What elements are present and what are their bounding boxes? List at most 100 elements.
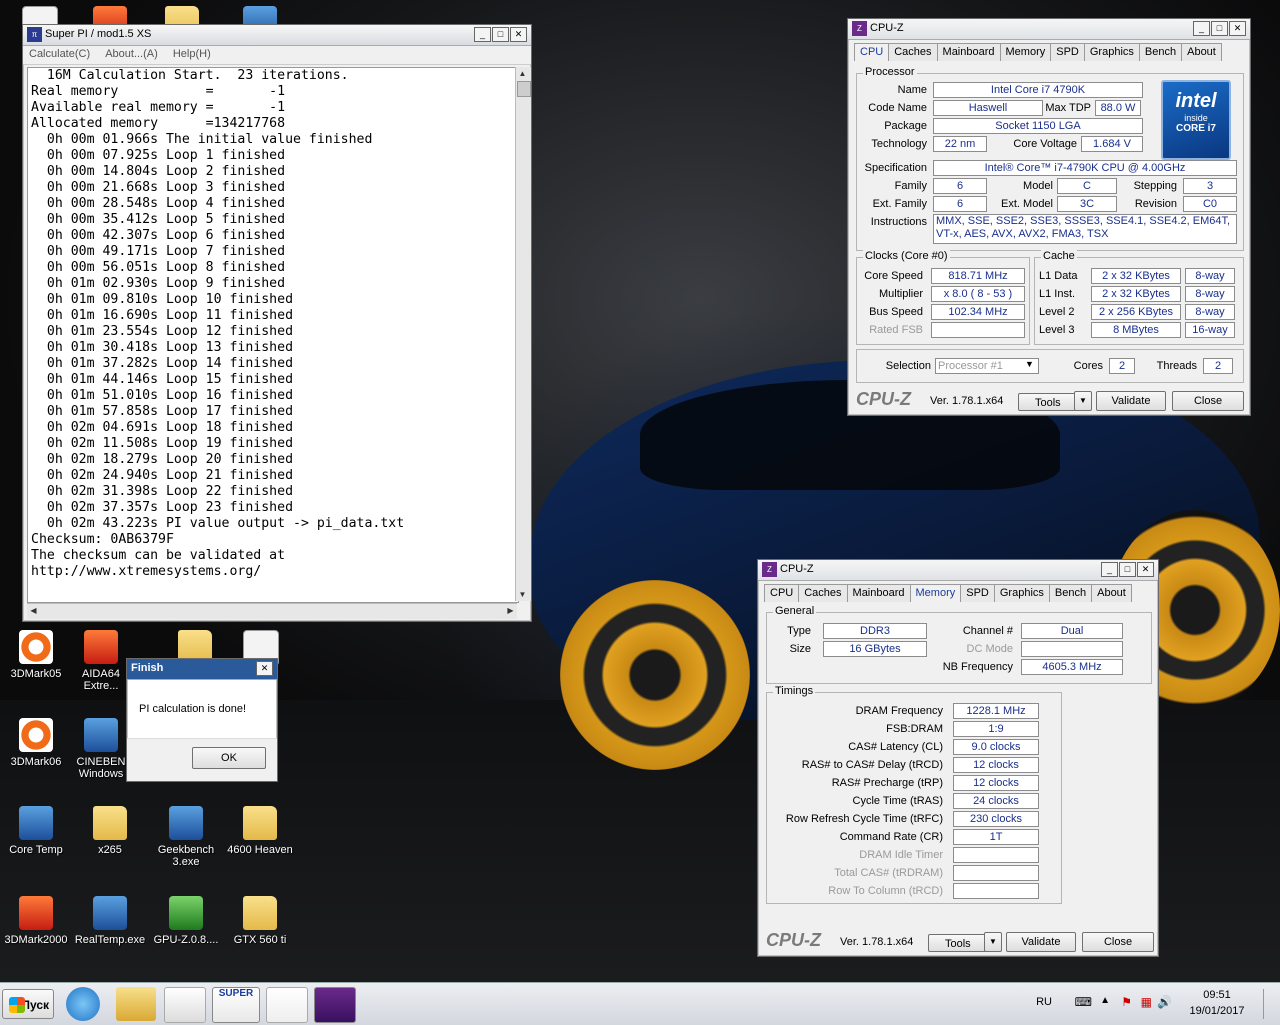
menu-calculate[interactable]: Calculate(C) — [23, 46, 96, 62]
desktop-icon-3dmark05[interactable]: 3DMark05 — [0, 630, 76, 680]
close-action-button[interactable]: Close — [1082, 932, 1154, 952]
minimize-button[interactable]: _ — [474, 27, 491, 42]
tab-graphics[interactable]: Graphics — [1083, 43, 1140, 61]
l2-label: Level 2 — [1039, 306, 1075, 318]
superpi-output[interactable]: 16M Calculation Start. 23 iterations. Rea… — [27, 67, 519, 603]
tab-graphics[interactable]: Graphics — [993, 584, 1050, 602]
timings-group-label: Timings — [773, 685, 816, 697]
maximize-button[interactable]: □ — [492, 27, 509, 42]
multiplier-value: x 8.0 ( 8 - 53 ) — [931, 286, 1025, 302]
internet-explorer-icon[interactable] — [66, 987, 100, 1021]
superpi-titlebar[interactable]: π Super PI / mod1.5 XS _ □ ✕ — [23, 25, 531, 46]
output-line: 0h 02m 11.508s Loop 19 finished — [31, 436, 294, 451]
tab-spd[interactable]: SPD — [960, 584, 995, 602]
scroll-thumb[interactable] — [517, 81, 531, 97]
desktop-icon-gtx560[interactable]: GTX 560 ti — [220, 896, 300, 946]
close-action-button[interactable]: Close — [1172, 391, 1244, 411]
name-label: Name — [897, 84, 927, 96]
desktop-icon-3dmark06[interactable]: 3DMark06 — [0, 718, 76, 768]
cpuz-titlebar[interactable]: Z CPU-Z _ □ ✕ — [848, 19, 1250, 40]
chevron-down-icon[interactable]: ▼ — [1025, 359, 1034, 369]
ratedfsb-label: Rated FSB — [869, 324, 923, 336]
folder-icon — [243, 806, 277, 840]
volume-icon[interactable]: 🔊 — [1157, 995, 1172, 1009]
clock-time[interactable]: 09:51 — [1182, 989, 1252, 1001]
desktop-icon-x265[interactable]: x265 — [70, 806, 150, 856]
show-desktop-button[interactable] — [1263, 989, 1278, 1019]
tab-about[interactable]: About — [1181, 43, 1222, 61]
tools-dropdown-icon[interactable]: ▼ — [1074, 391, 1092, 411]
scroll-down-icon[interactable]: ▼ — [516, 588, 529, 601]
channel-value: Dual — [1021, 623, 1123, 639]
finish-titlebar[interactable]: Finish ✕ — [127, 659, 277, 680]
tools-dropdown-icon[interactable]: ▼ — [984, 932, 1002, 952]
tab-memory[interactable]: Memory — [909, 584, 962, 602]
gpuz-icon — [169, 896, 203, 930]
minimize-button[interactable]: _ — [1101, 562, 1118, 577]
desktop-icon-realtemp[interactable]: RealTemp.exe — [70, 896, 150, 946]
maximize-button[interactable]: □ — [1211, 21, 1228, 36]
cache-group-label: Cache — [1041, 250, 1077, 262]
validate-button[interactable]: Validate — [1006, 932, 1076, 952]
processor-select[interactable]: Processor #1 — [935, 358, 1039, 374]
core-temp-icon — [19, 806, 53, 840]
scroll-up-icon[interactable]: ▲ — [516, 67, 529, 80]
chevron-up-icon[interactable]: ▲ — [1100, 995, 1110, 1006]
action-center-icon[interactable]: ⚑ — [1121, 995, 1132, 1009]
desktop-icon-aida64[interactable]: AIDA64 Extre... — [70, 630, 132, 692]
tab-cpu[interactable]: CPU — [764, 584, 800, 602]
network-icon[interactable]: ▦ — [1141, 995, 1152, 1009]
superpi-vertical-scrollbar[interactable]: ▲ ▼ — [515, 67, 531, 601]
desktop-icon-geekbench[interactable]: Geekbench 3.exe — [146, 806, 226, 868]
tab-about[interactable]: About — [1091, 584, 1132, 602]
media-player-icon[interactable] — [164, 987, 206, 1023]
superpi-horizontal-scrollbar[interactable]: ◀ ▶ — [27, 603, 517, 619]
cpuz-taskbar-button[interactable] — [314, 987, 356, 1023]
family-value: 6 — [933, 178, 987, 194]
icon-label: Geekbench 3.exe — [157, 844, 215, 868]
cores-value: 2 — [1109, 358, 1135, 374]
scroll-right-icon[interactable]: ▶ — [504, 604, 517, 617]
cpuz-app-icon: Z — [762, 562, 777, 577]
close-button[interactable]: ✕ — [1137, 562, 1154, 577]
revision-value: C0 — [1183, 196, 1237, 212]
cpuz-logo: CPU-Z — [856, 389, 911, 409]
tab-memory[interactable]: Memory — [999, 43, 1052, 61]
desktop-icon-gpuz[interactable]: GPU-Z.0.8.... — [146, 896, 226, 946]
menu-help[interactable]: Help(H) — [167, 46, 217, 62]
desktop-icon-3dmark2000[interactable]: 3DMark2000 — [0, 896, 76, 946]
output-line: 0h 00m 49.171s Loop 7 finished — [31, 244, 286, 259]
desktop-icon-cinebench[interactable]: CINEBEN Windows — [70, 718, 132, 780]
language-indicator[interactable]: RU — [1036, 996, 1052, 1008]
close-button[interactable]: ✕ — [1229, 21, 1246, 36]
output-line: 0h 02m 24.940s Loop 21 finished — [31, 468, 294, 483]
ok-button[interactable]: OK — [192, 747, 266, 769]
tab-caches[interactable]: Caches — [888, 43, 938, 61]
close-button[interactable]: ✕ — [256, 661, 273, 676]
tab-caches[interactable]: Caches — [798, 584, 848, 602]
tab-mainboard[interactable]: Mainboard — [936, 43, 1001, 61]
clock-date[interactable]: 19/01/2017 — [1182, 1005, 1252, 1017]
desktop-icon-core-temp[interactable]: Core Temp — [0, 806, 76, 856]
close-button[interactable]: ✕ — [510, 27, 527, 42]
desktop-icon-4600-heaven[interactable]: 4600 Heaven — [220, 806, 300, 856]
output-line: 0h 02m 18.279s Loop 20 finished — [31, 452, 294, 467]
tab-bench[interactable]: Bench — [1138, 43, 1183, 61]
superpi-taskbar-button[interactable]: SUPER — [212, 987, 260, 1023]
tab-cpu[interactable]: CPU — [854, 43, 890, 61]
menu-about[interactable]: About...(A) — [99, 46, 164, 62]
minimize-button[interactable]: _ — [1193, 21, 1210, 36]
tab-bench[interactable]: Bench — [1048, 584, 1093, 602]
output-line: 0h 01m 09.810s Loop 10 finished — [31, 292, 294, 307]
start-button[interactable]: Пуск — [2, 989, 54, 1019]
cpuz-titlebar[interactable]: Z CPU-Z _ □ ✕ — [758, 560, 1158, 581]
timing-label: Row Refresh Cycle Time (tRFC) — [785, 813, 943, 825]
scroll-left-icon[interactable]: ◀ — [27, 604, 40, 617]
tab-mainboard[interactable]: Mainboard — [846, 584, 911, 602]
maximize-button[interactable]: □ — [1119, 562, 1136, 577]
file-explorer-icon[interactable] — [116, 987, 156, 1021]
tab-spd[interactable]: SPD — [1050, 43, 1085, 61]
validate-button[interactable]: Validate — [1096, 391, 1166, 411]
keyboard-icon[interactable]: ⌨ — [1075, 995, 1092, 1009]
presentation-app-icon[interactable] — [266, 987, 308, 1023]
